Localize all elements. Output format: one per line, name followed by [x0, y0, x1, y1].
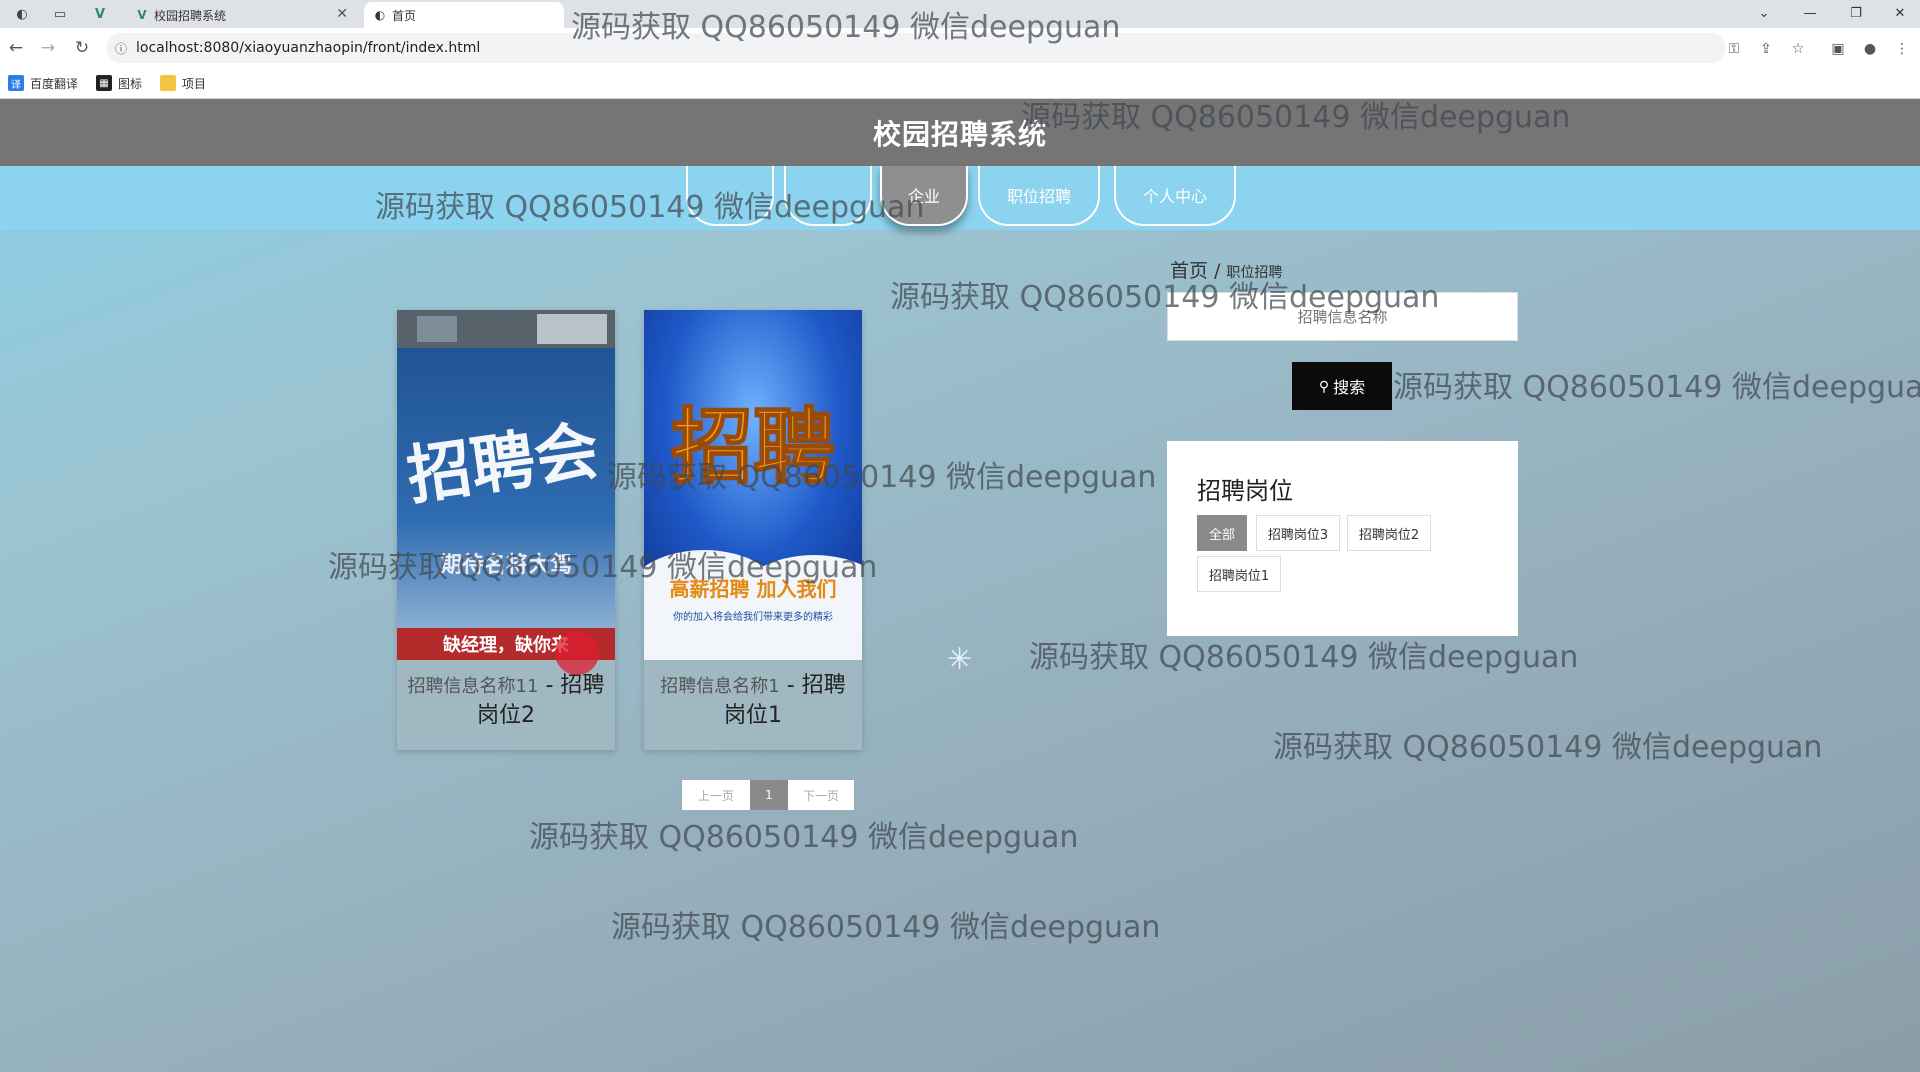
- filter-chip[interactable]: 招聘岗位2: [1347, 515, 1431, 551]
- site-header: 校园招聘系统: [0, 99, 1920, 166]
- position-filter-panel: 招聘岗位 全部 招聘岗位3 招聘岗位2 招聘岗位1: [1167, 441, 1518, 636]
- back-icon[interactable]: ←: [4, 36, 28, 60]
- filter-chip-all[interactable]: 全部: [1197, 515, 1247, 551]
- minimize-icon[interactable]: —: [1790, 2, 1830, 24]
- folder-icon: [160, 75, 177, 91]
- job-card[interactable]: 招聘会 期待名将大驾 缺经理，缺你来 招聘信息名称11 - 招聘岗位2: [397, 310, 615, 750]
- main-nav: 企业 职位招聘 个人中心: [0, 166, 1920, 230]
- tab-xiaoyuan[interactable]: V 校园招聘系统 ✕: [126, 2, 356, 28]
- job-card[interactable]: 招聘 高薪招聘 加入我们 你的加入将会给我们带来更多的精彩 招聘信息名称1 - …: [644, 310, 862, 750]
- globe-favicon-icon: ◐: [374, 8, 386, 22]
- click-indicator: [555, 631, 599, 675]
- nav-item-enterprise[interactable]: 企业: [880, 166, 968, 226]
- site-title: 校园招聘系统: [872, 117, 1047, 151]
- prev-page-button[interactable]: 上一页: [682, 780, 750, 810]
- caption-separator: -: [779, 673, 802, 698]
- breadcrumb-current: 职位招聘: [1226, 265, 1283, 281]
- bookmark-label: 百度翻译: [30, 76, 79, 91]
- job-card-caption: 招聘信息名称1 - 招聘岗位1: [644, 671, 862, 731]
- next-page-button[interactable]: 下一页: [788, 780, 854, 810]
- image-icon: ▦: [96, 75, 113, 91]
- tab-search-icon[interactable]: ⌄: [1744, 2, 1784, 24]
- job-name: 招聘信息名称1: [660, 676, 780, 697]
- share-icon[interactable]: ⇪: [1755, 38, 1777, 60]
- poster-subtitle: 高薪招聘 加入我们: [670, 577, 837, 601]
- nav-item-2[interactable]: [784, 166, 872, 226]
- filter-chip[interactable]: 招聘岗位1: [1197, 556, 1281, 592]
- job-card-caption: 招聘信息名称11 - 招聘岗位2: [397, 671, 615, 731]
- job-name: 招聘信息名称11: [407, 676, 539, 697]
- job-poster-image[interactable]: 招聘 高薪招聘 加入我们 你的加入将会给我们带来更多的精彩: [644, 310, 862, 660]
- nav-item-personal-center[interactable]: 个人中心: [1114, 166, 1236, 226]
- translate-icon: 译: [8, 75, 24, 91]
- nav-item-jobs[interactable]: 职位招聘: [978, 166, 1100, 226]
- pagination: 上一页 1 下一页: [682, 780, 854, 810]
- address-bar[interactable]: ⓘ localhost:8080/xiaoyuanzhaopin/front/i…: [106, 33, 1726, 63]
- tab-title: 首页: [392, 8, 417, 23]
- vue-icon[interactable]: V: [90, 4, 110, 24]
- filter-chip[interactable]: 招聘岗位3: [1256, 515, 1340, 551]
- profile-icon[interactable]: ●: [1859, 38, 1881, 60]
- breadcrumb-home[interactable]: 首页: [1170, 260, 1208, 282]
- reload-icon[interactable]: ↻: [70, 36, 94, 60]
- side-panel-icon[interactable]: ▣: [1827, 38, 1849, 60]
- vue-favicon-icon: V: [137, 8, 147, 22]
- breadcrumb: 首页 / 职位招聘: [1170, 256, 1282, 283]
- bookmark-project[interactable]: 项目: [160, 75, 206, 92]
- globe-icon[interactable]: ◐: [12, 4, 32, 24]
- search-icon: ⚲: [1318, 377, 1330, 394]
- tab-home[interactable]: ◐ 首页: [364, 2, 564, 28]
- bookmarks-bar: 译 百度翻译 ▦ 图标 项目: [0, 68, 1920, 99]
- tab-title: 校园招聘系统: [154, 8, 227, 23]
- restore-icon[interactable]: ❐: [1836, 2, 1876, 24]
- key-icon[interactable]: ⚿: [1723, 38, 1745, 60]
- poster-subtitle: 期待名将大驾: [440, 552, 572, 578]
- nav-item-1[interactable]: [686, 166, 774, 226]
- tab-group-icon[interactable]: ▭: [50, 4, 70, 24]
- window-close-icon[interactable]: ✕: [1880, 2, 1920, 24]
- search-button-label: 搜索: [1333, 380, 1366, 397]
- caption-separator: -: [538, 673, 561, 698]
- menu-dots-icon[interactable]: ⋮: [1891, 38, 1913, 60]
- filter-title: 招聘岗位: [1197, 477, 1293, 505]
- search-button[interactable]: ⚲ 搜索: [1292, 362, 1392, 410]
- bookmark-icons[interactable]: ▦ 图标: [96, 75, 142, 92]
- site-info-icon[interactable]: ⓘ: [106, 40, 136, 57]
- url-text[interactable]: localhost:8080/xiaoyuanzhaopin/front/ind…: [136, 40, 480, 56]
- bookmark-label: 项目: [182, 76, 207, 91]
- loading-spinner-icon: ✳: [947, 642, 973, 677]
- close-tab-icon[interactable]: ✕: [336, 6, 348, 22]
- search-input[interactable]: [1167, 292, 1518, 341]
- browser-toolbar: ← → ↻ ⓘ localhost:8080/xiaoyuanzhaopin/f…: [0, 28, 1920, 68]
- page-body: 校园招聘系统 企业 职位招聘 个人中心 招聘会 期待名将大驾 缺经理，缺你来 招…: [0, 99, 1920, 1072]
- star-icon[interactable]: ☆: [1787, 38, 1809, 60]
- job-poster-image[interactable]: 招聘会 期待名将大驾 缺经理，缺你来: [397, 310, 615, 660]
- poster-title: 招聘: [671, 400, 835, 495]
- bookmark-label: 图标: [118, 76, 143, 91]
- bookmark-baidu-translate[interactable]: 译 百度翻译: [8, 75, 78, 92]
- breadcrumb-separator: /: [1214, 260, 1221, 282]
- forward-icon[interactable]: →: [36, 36, 60, 60]
- poster-bottom-text: 缺经理，缺你来: [442, 634, 570, 656]
- page-number-button[interactable]: 1: [750, 780, 788, 810]
- poster-small-text: 你的加入将会给我们带来更多的精彩: [673, 610, 833, 623]
- browser-tabstrip: ◐ ▭ V V 校园招聘系统 ✕ ◐ 首页 ⌄ — ❐ ✕: [0, 0, 1920, 28]
